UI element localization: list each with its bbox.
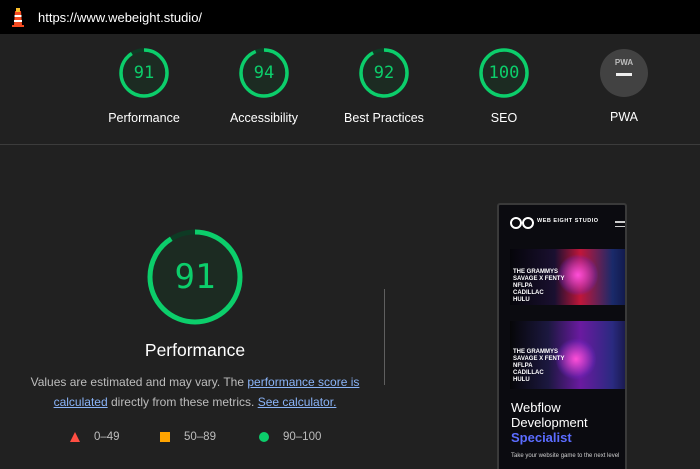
card-client-list: THE GRAMMYS SAVAGE X FENTY NFLPA CADILLA… bbox=[513, 349, 565, 383]
site-tagline: Take your website game to the next level bbox=[511, 453, 620, 459]
performance-gauge-large: 91 bbox=[146, 228, 244, 326]
url-bar: https://www.webeight.studio/ bbox=[0, 0, 700, 34]
legend-pass: 90–100 bbox=[259, 431, 321, 443]
gauge-seo[interactable]: 100 SEO bbox=[444, 47, 564, 125]
label-pwa: PWA bbox=[609, 110, 638, 124]
hamburger-icon bbox=[615, 221, 625, 230]
square-icon bbox=[160, 432, 170, 442]
page-url[interactable]: https://www.webeight.studio/ bbox=[38, 10, 202, 25]
category-summary: 91 Performance 94 Accessibility 92 Best … bbox=[0, 34, 700, 145]
performance-score-large: 91 bbox=[174, 257, 216, 297]
score-note: Values are estimated and may vary. The p… bbox=[20, 372, 370, 412]
legend-average-range: 50–89 bbox=[184, 431, 216, 443]
gauge-pwa[interactable]: PWA PWA bbox=[564, 47, 684, 124]
score-accessibility: 94 bbox=[253, 63, 275, 83]
legend-fail-range: 0–49 bbox=[94, 431, 120, 443]
vertical-divider bbox=[384, 289, 385, 385]
site-logo-icon bbox=[510, 217, 534, 229]
triangle-icon bbox=[70, 432, 80, 442]
legend-fail: 0–49 bbox=[70, 431, 120, 443]
card-client-list: THE GRAMMYS SAVAGE X FENTY NFLPA CADILLA… bbox=[513, 269, 565, 303]
lighthouse-icon bbox=[10, 7, 26, 27]
note-prefix: Values are estimated and may vary. The bbox=[30, 375, 248, 389]
site-brand: WEB EIGHT STUDIO bbox=[537, 218, 599, 224]
score-seo: 100 bbox=[488, 63, 520, 83]
label-accessibility: Accessibility bbox=[229, 111, 299, 125]
final-screenshot[interactable]: WEB EIGHT STUDIO THE GRAMMYS SAVAGE X FE… bbox=[497, 203, 627, 469]
score-performance: 91 bbox=[133, 63, 155, 83]
site-header: WEB EIGHT STUDIO bbox=[507, 211, 625, 237]
label-seo: SEO bbox=[490, 111, 518, 125]
site-headline: Webflow Development Specialist bbox=[511, 400, 588, 445]
circle-icon bbox=[259, 432, 269, 442]
score-best-practices: 92 bbox=[373, 63, 395, 83]
pwa-badge-icon: PWA bbox=[600, 49, 648, 97]
performance-title: Performance bbox=[144, 340, 246, 360]
showcase-card: THE GRAMMYS SAVAGE X FENTY NFLPA CADILLA… bbox=[510, 249, 625, 305]
gauge-performance[interactable]: 91 Performance bbox=[84, 47, 204, 125]
label-best-practices: Best Practices bbox=[344, 111, 424, 125]
showcase-card: THE GRAMMYS SAVAGE X FENTY NFLPA CADILLA… bbox=[510, 321, 625, 389]
note-mid: directly from these metrics. bbox=[107, 395, 258, 409]
pwa-badge-text: PWA bbox=[614, 58, 634, 67]
legend-average: 50–89 bbox=[160, 431, 216, 443]
label-performance: Performance bbox=[108, 111, 180, 125]
gauge-best-practices[interactable]: 92 Best Practices bbox=[324, 47, 444, 125]
pwa-dash-icon bbox=[616, 73, 632, 76]
legend-pass-range: 90–100 bbox=[283, 431, 322, 443]
gauge-accessibility[interactable]: 94 Accessibility bbox=[204, 47, 324, 125]
see-calculator-link[interactable]: See calculator. bbox=[258, 395, 337, 409]
